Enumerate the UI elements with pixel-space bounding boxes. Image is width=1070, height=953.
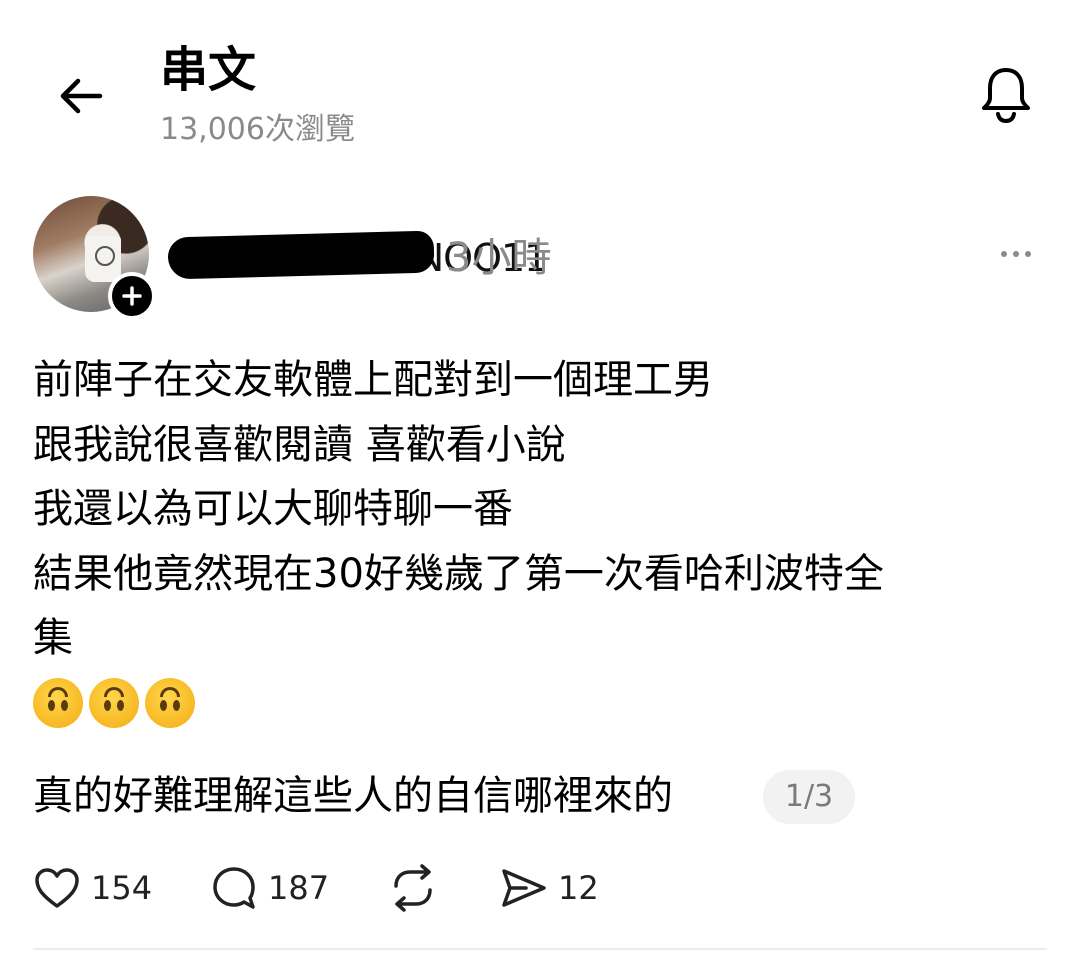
bell-icon	[982, 68, 1030, 124]
post-timestamp: 3小時	[446, 235, 552, 281]
view-count: 13,006次瀏覽	[160, 112, 355, 147]
comment-icon	[213, 867, 255, 909]
post-text: 前陣子在交友軟體上配對到一個理工男 跟我說很喜歡閱讀 喜歡看小說 我還以為可以大…	[33, 348, 1013, 735]
like-count: 154	[91, 869, 153, 907]
reply-count: 187	[268, 869, 330, 907]
thread-page: 串文 13,006次瀏覽 ICNOO11 3小時 前陣子在交友軟體上配對到一個理…	[0, 0, 1070, 953]
post-line: 跟我說很喜歡閱讀 喜歡看小說	[33, 421, 566, 468]
reply-button[interactable]: 187	[210, 862, 329, 914]
share-button[interactable]: 12	[500, 862, 599, 914]
plus-icon	[122, 286, 142, 306]
heart-icon	[35, 868, 79, 908]
follow-button[interactable]	[108, 272, 156, 320]
share-count: 12	[558, 869, 599, 907]
like-button[interactable]: 154	[33, 862, 152, 914]
send-icon	[502, 869, 546, 907]
post-line-last: 真的好難理解這些人的自信哪裡來的	[33, 773, 673, 819]
upside-down-face-icon	[89, 677, 139, 728]
more-horizontal-icon	[1001, 251, 1007, 257]
notification-button[interactable]	[972, 60, 1040, 128]
repost-button[interactable]	[388, 862, 438, 914]
avatar-photo	[85, 236, 121, 282]
post-line: 我還以為可以大聊特聊一番	[33, 486, 513, 532]
back-button[interactable]	[52, 68, 108, 124]
username-redaction	[167, 230, 435, 280]
upside-down-face-icon	[145, 677, 195, 728]
divider	[33, 948, 1047, 950]
post-line: 結果他竟然現在30好幾歲了第一次看哈利波特全	[33, 550, 884, 597]
post-line: 前陣子在交友軟體上配對到一個理工男	[33, 357, 713, 403]
post-line: 集	[33, 615, 73, 661]
more-options-button[interactable]	[990, 236, 1042, 272]
page-indicator[interactable]: 1/3	[763, 770, 855, 824]
emoji-row	[33, 671, 1013, 735]
upside-down-face-icon	[33, 677, 83, 728]
repost-icon	[394, 864, 432, 912]
page-title: 串文	[160, 42, 257, 98]
arrow-left-icon	[60, 78, 103, 114]
